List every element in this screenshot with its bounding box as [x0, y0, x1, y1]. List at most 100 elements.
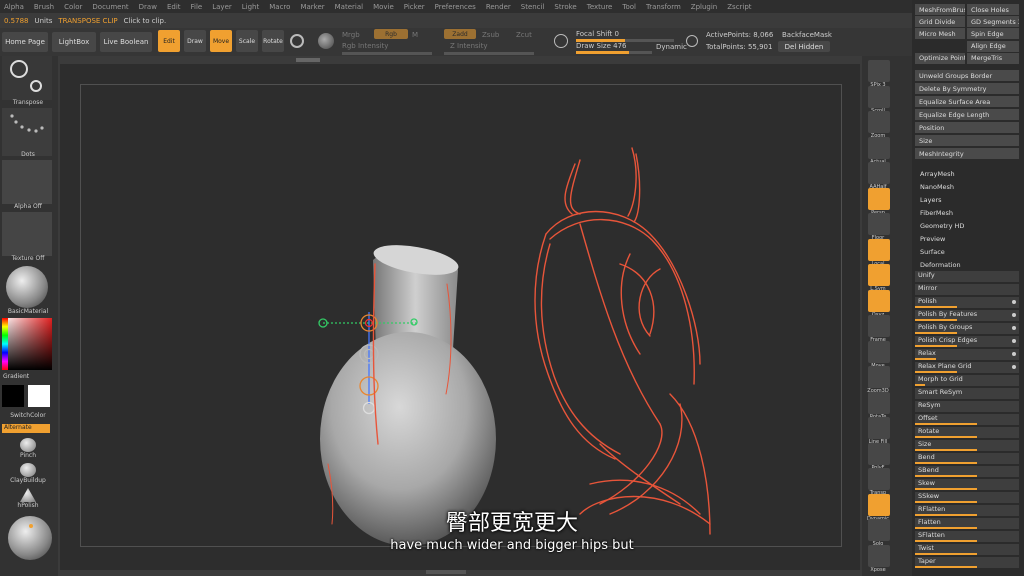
deformation-relax[interactable]: Relax [915, 349, 1019, 360]
deformation-polish-by-features[interactable]: Polish By Features [915, 310, 1019, 321]
spin-edge-button[interactable]: Spin Edge [967, 28, 1019, 40]
menu-item-edit[interactable]: Edit [167, 3, 181, 11]
secondary-color-swatch[interactable] [28, 385, 50, 407]
gd-segments-3-button[interactable]: GD Segments 3 [967, 16, 1019, 28]
zadd-toggle[interactable]: Zadd [444, 29, 476, 39]
menu-item-zplugin[interactable]: Zplugin [691, 3, 717, 11]
del-hidden-button[interactable]: Del Hidden [778, 41, 830, 52]
option-dot-icon[interactable] [1012, 326, 1016, 330]
hue-strip[interactable] [2, 318, 8, 370]
live-boolean-button[interactable]: Live Boolean [100, 32, 152, 52]
bottom-scroll-handle[interactable] [426, 570, 466, 574]
tool-frame[interactable] [868, 315, 890, 337]
deformation-morph-to-grid[interactable]: Morph to Grid [915, 375, 1019, 386]
tool-transp[interactable] [868, 468, 890, 490]
position-button[interactable]: Position [915, 122, 1019, 133]
backface-mask-button[interactable]: BackfaceMask [782, 31, 832, 39]
deformation-smart-resym[interactable]: Smart ReSym [915, 388, 1019, 399]
hpolish-brush-icon[interactable] [20, 488, 36, 502]
menu-item-stencil[interactable]: Stencil [521, 3, 545, 11]
z-intensity-slider[interactable] [444, 52, 534, 55]
menu-item-file[interactable]: File [191, 3, 203, 11]
subpalette-geometry-hd[interactable]: Geometry HD [920, 222, 964, 230]
menu-item-document[interactable]: Document [92, 3, 128, 11]
deformation-polish[interactable]: Polish [915, 297, 1019, 308]
size-button[interactable]: Size [915, 135, 1019, 146]
primary-color-swatch[interactable] [2, 385, 24, 407]
dynamic-toggle[interactable]: Dynamic [656, 43, 687, 51]
claybuildup-brush-icon[interactable] [20, 463, 36, 477]
menu-item-picker[interactable]: Picker [404, 3, 425, 11]
menu-item-texture[interactable]: Texture [587, 3, 613, 11]
rgb-toggle[interactable]: Rgb [374, 29, 408, 39]
equalize-edge-length-button[interactable]: Equalize Edge Length [915, 109, 1019, 120]
menu-item-brush[interactable]: Brush [34, 3, 54, 11]
equalize-surface-area-button[interactable]: Equalize Surface Area [915, 96, 1019, 107]
deformation-mirror[interactable]: Mirror [915, 284, 1019, 295]
subpalette-surface[interactable]: Surface [920, 248, 945, 256]
delete-by-symmetry-button[interactable]: Delete By Symmetry [915, 83, 1019, 94]
deformation-polish-by-groups[interactable]: Polish By Groups [915, 323, 1019, 334]
close-holes-button[interactable]: Close Holes [967, 4, 1019, 15]
mrgb-toggle[interactable]: Mrgb [342, 31, 360, 39]
meshfrombrush-button[interactable]: MeshFromBrush [915, 4, 965, 15]
viewport-scene[interactable] [60, 64, 860, 570]
deformation-relax-plane-grid[interactable]: Relax Plane Grid [915, 362, 1019, 373]
option-dot-icon[interactable] [1012, 339, 1016, 343]
color-sphere-icon[interactable] [318, 33, 334, 49]
menu-item-preferences[interactable]: Preferences [435, 3, 476, 11]
deformation-unify[interactable]: Unify [915, 271, 1019, 282]
menu-item-stroke[interactable]: Stroke [554, 3, 576, 11]
meshintegrity-button[interactable]: MeshIntegrity [915, 148, 1019, 159]
alternate-button[interactable]: Alternate [2, 424, 50, 433]
m-toggle[interactable]: M [412, 31, 418, 39]
subpalette-nanomesh[interactable]: NanoMesh [920, 183, 954, 191]
tool-aahalf[interactable] [868, 162, 890, 184]
subpalette-arraymesh[interactable]: ArrayMesh [920, 170, 955, 178]
edit-mode-button[interactable]: Edit [158, 30, 180, 52]
color-picker[interactable] [2, 318, 52, 370]
tool-line-fill[interactable] [868, 417, 890, 439]
menu-item-movie[interactable]: Movie [373, 3, 394, 11]
tool-actual[interactable] [868, 136, 890, 159]
tool-zoom3d[interactable] [868, 366, 890, 388]
home-page-button[interactable]: Home Page [2, 32, 48, 52]
tool-persp[interactable] [868, 187, 890, 210]
deformation-polish-crisp-edges[interactable]: Polish Crisp Edges [915, 336, 1019, 347]
tool-spix-3[interactable] [868, 60, 890, 82]
stroke-dots-button[interactable] [2, 108, 52, 156]
pinch-brush-icon[interactable] [20, 438, 36, 452]
material-sphere-button[interactable] [6, 266, 48, 308]
menu-item-light[interactable]: Light [242, 3, 259, 11]
deformation-skew[interactable]: Skew [915, 479, 1019, 490]
transpose-button[interactable] [2, 56, 52, 100]
menu-item-color[interactable]: Color [64, 3, 82, 11]
menu-item-draw[interactable]: Draw [139, 3, 157, 11]
option-dot-icon[interactable] [1012, 365, 1016, 369]
grid-divide-button[interactable]: Grid Divide [915, 16, 965, 28]
option-dot-icon[interactable] [1012, 313, 1016, 317]
tool-qxyz[interactable] [868, 289, 890, 312]
menu-item-tool[interactable]: Tool [622, 3, 636, 11]
menu-item-zscript[interactable]: Zscript [727, 3, 751, 11]
option-dot-icon[interactable] [1012, 300, 1016, 304]
zcut-toggle[interactable]: Zcut [516, 31, 532, 39]
tool-zoom[interactable] [868, 111, 890, 133]
menu-item-marker[interactable]: Marker [300, 3, 324, 11]
alpha-button[interactable] [2, 160, 52, 204]
deformation-bend[interactable]: Bend [915, 453, 1019, 464]
scale-mode-button[interactable]: Scale [236, 30, 258, 52]
subpalette-fibermesh[interactable]: FiberMesh [920, 209, 953, 217]
mergetris-button[interactable]: MergeTris [967, 52, 1019, 64]
menu-item-material[interactable]: Material [335, 3, 363, 11]
unweld-groups-border-button[interactable]: Unweld Groups Border [915, 70, 1019, 81]
menu-item-layer[interactable]: Layer [212, 3, 232, 11]
tool-move[interactable] [868, 340, 890, 363]
align-edge-button[interactable]: Align Edge [967, 40, 1019, 52]
micro-mesh-button[interactable]: Micro Mesh [915, 28, 965, 40]
option-dot-icon[interactable] [1012, 352, 1016, 356]
tool-scroll[interactable] [868, 85, 890, 108]
tool-floor[interactable] [868, 213, 890, 235]
menu-item-transform[interactable]: Transform [646, 3, 681, 11]
tool-local[interactable] [868, 238, 890, 261]
